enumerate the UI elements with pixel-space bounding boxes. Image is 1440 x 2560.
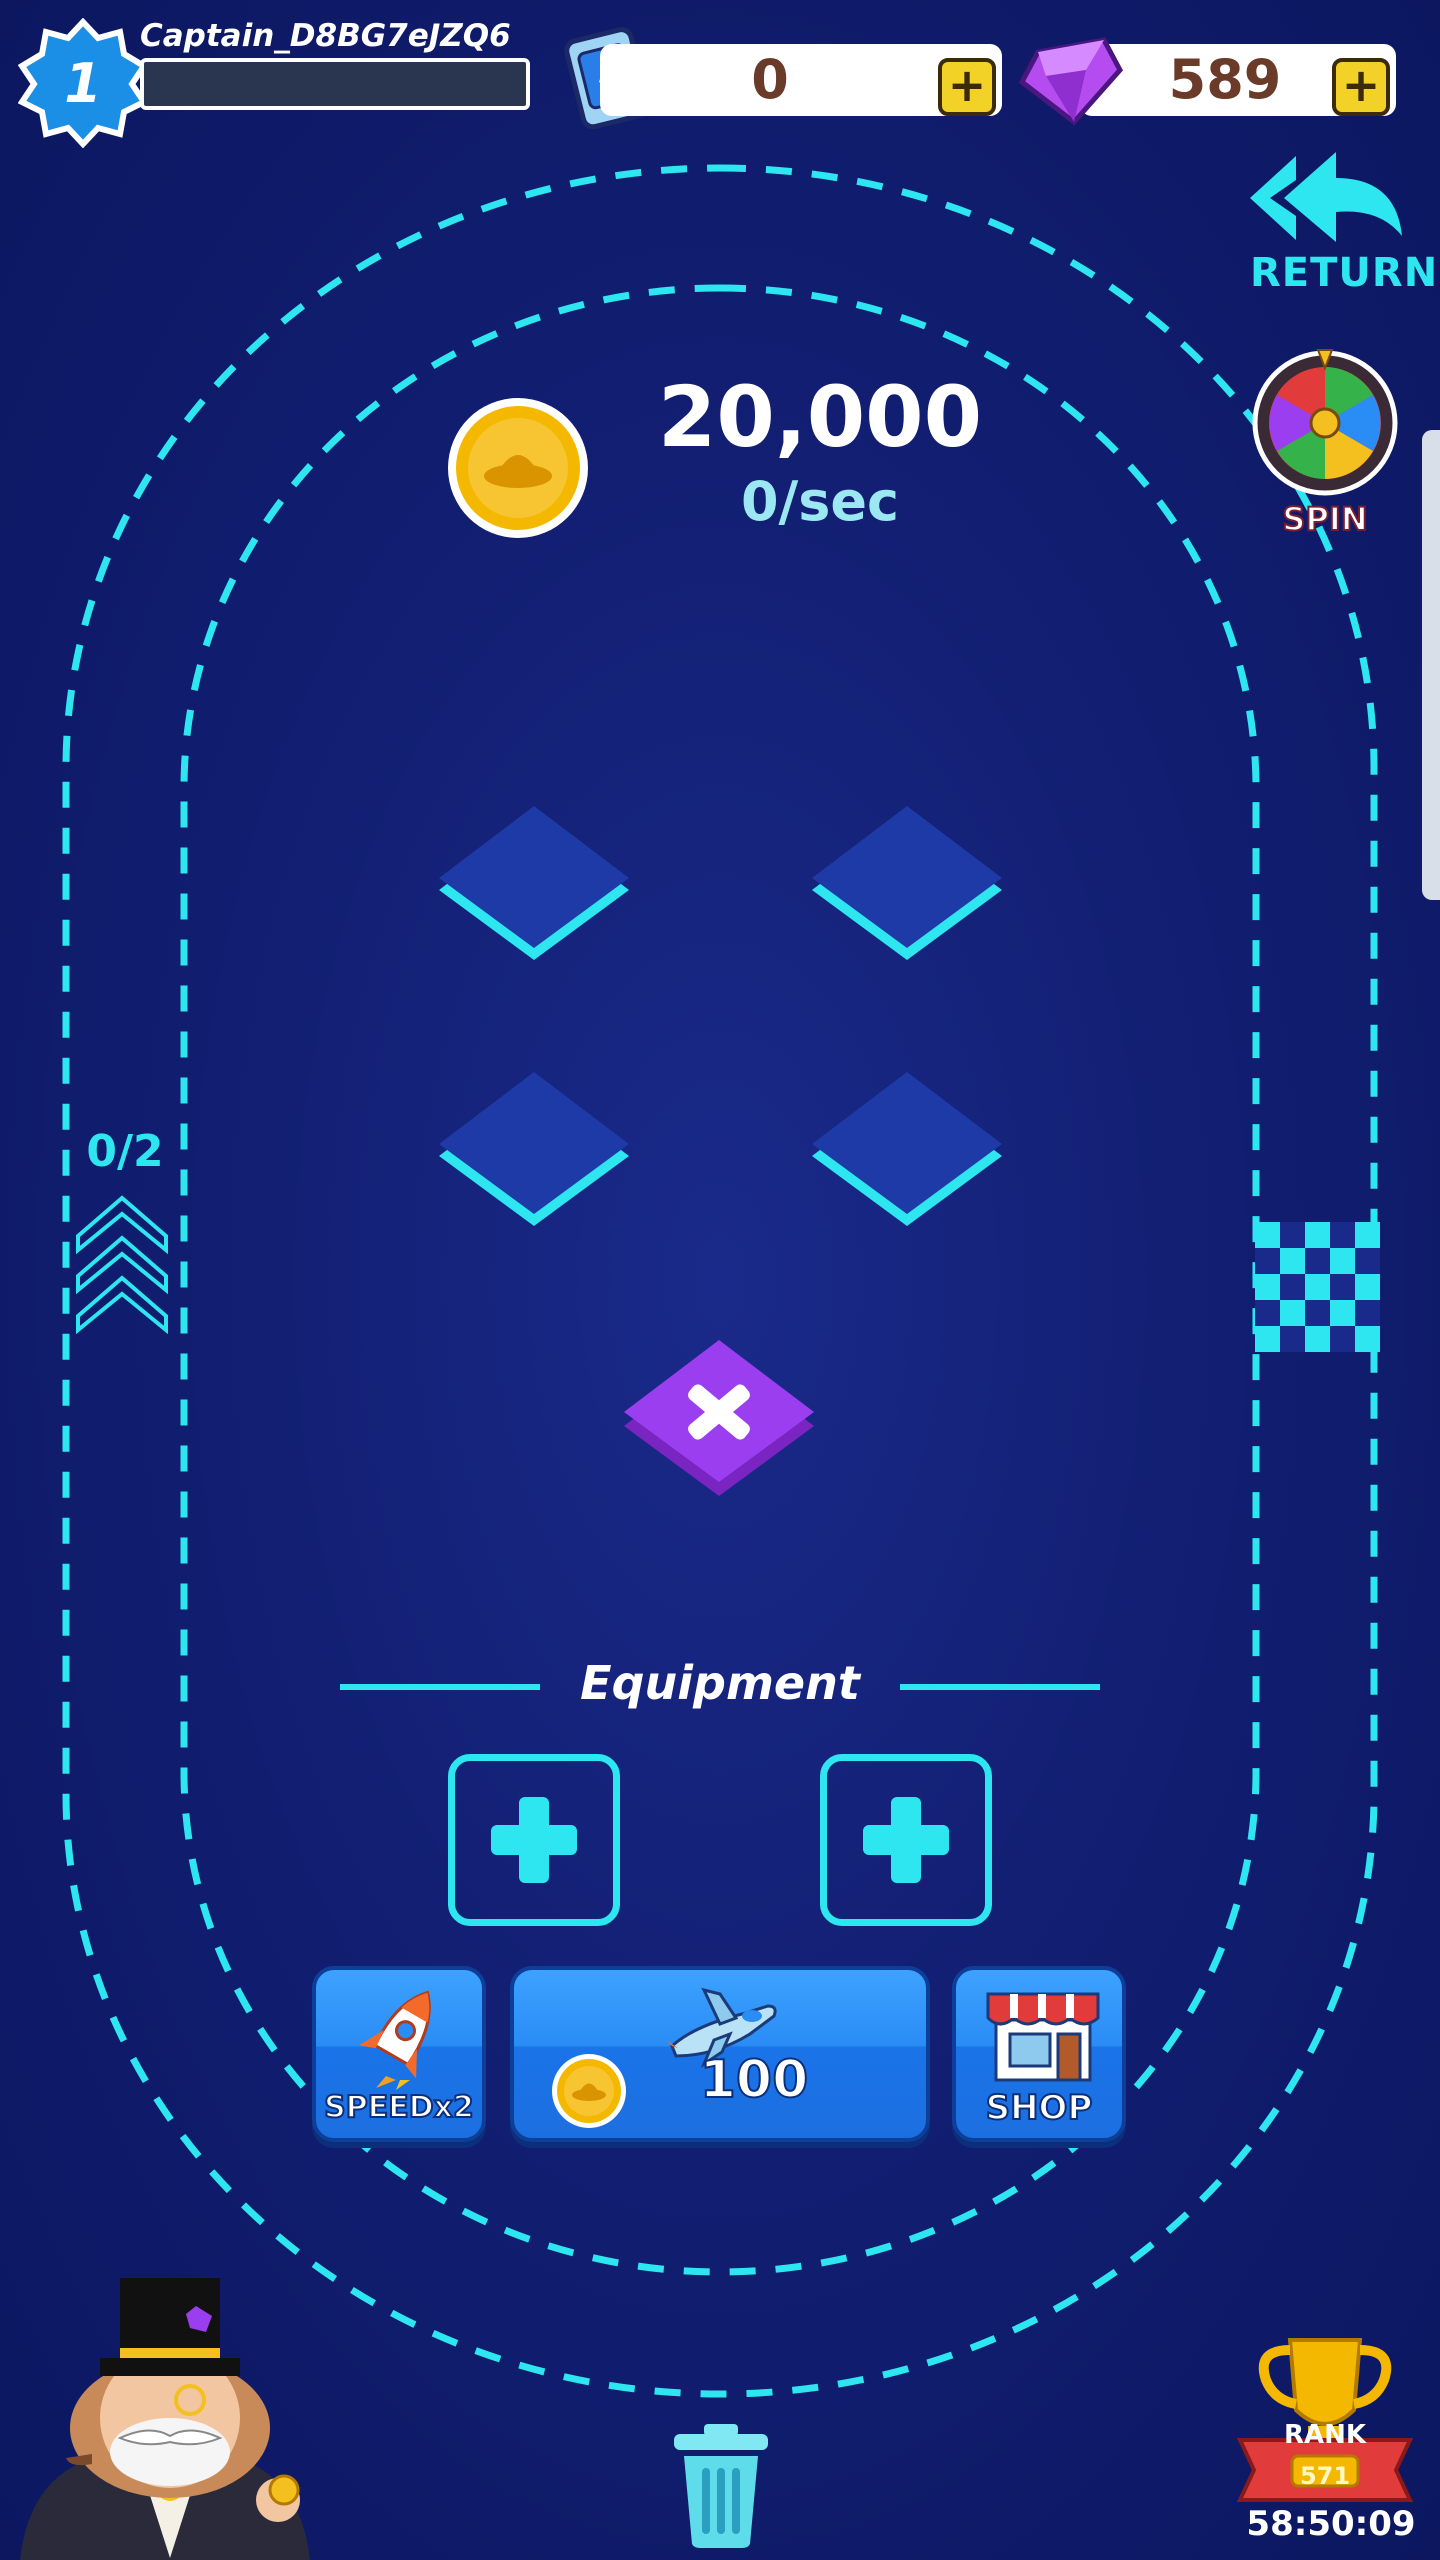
divider xyxy=(900,1684,1100,1690)
buy-price: 100 xyxy=(699,2049,810,2111)
chevron-up-icon xyxy=(76,1195,168,1334)
event-timer: 58:50:09 xyxy=(1246,2504,1416,2544)
shop-button[interactable]: SHOP xyxy=(952,1966,1126,2142)
equipment-slot-add-button[interactable] xyxy=(448,1754,620,1926)
level-number: 1 xyxy=(64,52,102,115)
trash-can-icon[interactable] xyxy=(668,2420,774,2550)
coin-rate: 0/sec xyxy=(740,470,900,533)
merge-slot[interactable] xyxy=(427,806,641,966)
plus-icon xyxy=(863,1797,949,1883)
side-scroll-handle[interactable] xyxy=(1422,430,1440,900)
merge-slot[interactable] xyxy=(800,806,1014,966)
gem-count: 589 xyxy=(1168,48,1282,111)
spin-button-label[interactable]: SPIN xyxy=(1250,499,1400,539)
speed-boost-label: SPEEDx2 xyxy=(323,2089,475,2126)
merge-slot[interactable] xyxy=(800,1072,1014,1232)
buy-plane-button[interactable]: 100 xyxy=(510,1966,930,2142)
divider xyxy=(340,1684,540,1690)
add-tickets-button[interactable]: + xyxy=(938,58,996,116)
merge-slot[interactable] xyxy=(427,1072,641,1232)
lap-counter: 0/2 xyxy=(86,1126,164,1177)
delete-tile-button[interactable] xyxy=(612,1340,826,1500)
level-badge-icon[interactable]: 1 xyxy=(18,18,148,148)
return-button-label[interactable]: RETURN xyxy=(1250,250,1437,296)
ticket-count: 0 xyxy=(751,48,789,111)
gem-counter: 589 + xyxy=(1080,44,1396,116)
equipment-title: Equipment xyxy=(580,1656,860,1710)
storefront-icon xyxy=(986,1992,1100,2082)
rocket-icon xyxy=(358,1990,431,2090)
player-name: Captain_D8BG7eJZQ6 xyxy=(140,18,511,54)
ufo-coin-icon xyxy=(552,2054,626,2128)
ufo-coin-icon xyxy=(448,398,588,538)
ticket-counter: 0 + xyxy=(600,44,1002,116)
tycoon-mascot-icon[interactable] xyxy=(0,2268,340,2560)
rank-label: RANK xyxy=(1283,2420,1367,2450)
coin-total: 20,000 xyxy=(657,368,983,466)
xp-progress-bar xyxy=(140,58,530,110)
rank-number: 571 xyxy=(1299,2462,1351,2490)
equipment-slot-add-button[interactable] xyxy=(820,1754,992,1926)
checkered-flag-icon xyxy=(1255,1222,1380,1352)
add-gems-button[interactable]: + xyxy=(1332,58,1390,116)
prize-wheel-icon[interactable] xyxy=(1250,348,1400,498)
purple-gem-icon xyxy=(1018,37,1124,126)
plus-icon xyxy=(491,1797,577,1883)
shop-label: SHOP xyxy=(985,2087,1094,2129)
speed-boost-button[interactable]: SPEEDx2 xyxy=(312,1966,486,2142)
